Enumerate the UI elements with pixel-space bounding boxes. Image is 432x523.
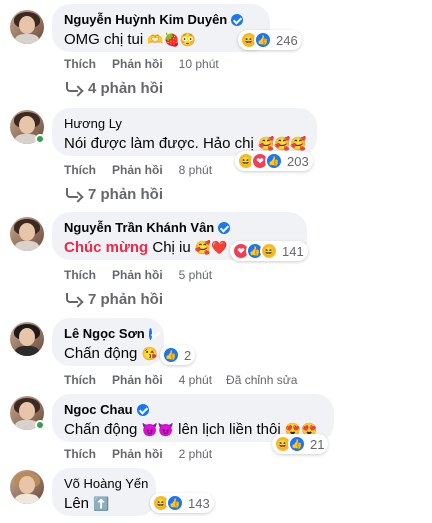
avatar[interactable] <box>10 470 44 504</box>
like-link[interactable]: Thích <box>64 268 96 282</box>
author-name[interactable]: Võ Hoàng Yến <box>64 476 148 492</box>
emoji-icon: 😈😈 <box>141 422 174 438</box>
reaction-count: 141 <box>282 243 304 259</box>
reply-arrow-icon <box>66 187 78 198</box>
up-arrow-icon: ⬆️ <box>93 496 110 512</box>
reply-link[interactable]: Phản hồi <box>112 163 163 177</box>
reply-link[interactable]: Phản hồi <box>112 373 163 387</box>
comment-actions: Thích Phản hồi 5 phút <box>64 268 226 282</box>
verified-badge-icon <box>218 222 231 234</box>
edited-label[interactable]: Đã chỉnh sửa <box>226 373 297 387</box>
comment-time[interactable]: 5 phút <box>179 268 212 282</box>
reaction-summary[interactable]: 😆 👍 246 <box>238 30 302 50</box>
comment-bubble: Lê Ngọc Sơn Chấn động 😘 <box>52 318 164 366</box>
comment-text: Lên ⬆️ <box>64 494 144 514</box>
avatar[interactable] <box>10 10 44 44</box>
comment-author[interactable]: Hương Ly <box>64 116 305 132</box>
reply-arrow-icon <box>66 81 78 92</box>
verified-badge-icon <box>148 328 152 340</box>
view-replies-link[interactable]: 7 phản hồi <box>66 291 163 308</box>
like-icon: 👍 <box>265 152 283 170</box>
view-replies-link[interactable]: 7 phản hồi <box>66 186 163 203</box>
comment-text: Chấn động 😘 <box>64 344 158 364</box>
reply-arrow-icon <box>66 292 78 303</box>
like-link[interactable]: Thích <box>64 447 96 461</box>
online-status-icon <box>35 134 45 144</box>
reaction-summary[interactable]: 👍 2 <box>160 345 196 365</box>
comment-author[interactable]: Lê Ngọc Sơn <box>64 326 152 342</box>
reaction-count: 21 <box>310 436 325 452</box>
emoji-icon: 😘 <box>141 346 158 362</box>
author-name[interactable]: Ngoc Chau <box>64 402 133 418</box>
reaction-summary[interactable]: 😆 👍 21 <box>272 434 329 454</box>
author-name[interactable]: Lê Ngọc Sơn <box>64 326 145 342</box>
comment-actions: Thích Phản hồi 2 phút <box>64 447 226 461</box>
comment-author[interactable]: Võ Hoàng Yến <box>64 476 148 492</box>
reaction-summary[interactable]: 😆 👍 143 <box>150 493 214 513</box>
avatar[interactable] <box>10 322 44 356</box>
comment-author[interactable]: Ngoc Chau <box>64 402 322 418</box>
reaction-summary[interactable]: 😆 ❤ 👍 203 <box>235 151 313 171</box>
comment-author[interactable]: Nguyễn Huỳnh Kim Duyên <box>64 12 258 28</box>
reaction-count: 203 <box>287 153 309 169</box>
reply-link[interactable]: Phản hồi <box>112 57 163 71</box>
comment-bubble: Hương Ly Nói được làm được. Hảo chị 🥰🥰🥰 <box>52 108 317 156</box>
comment-time[interactable]: 4 phút <box>179 373 212 387</box>
like-link[interactable]: Thích <box>64 57 96 71</box>
reaction-summary[interactable]: ❤ 👍 😆 141 <box>230 241 308 261</box>
comment-text: OMG chị tui 🫶🍓😳 <box>64 30 258 50</box>
author-name[interactable]: Nguyễn Trần Khánh Vân <box>64 220 214 236</box>
avatar[interactable] <box>10 217 44 251</box>
comment-actions: Thích Phản hồi 8 phút <box>64 163 226 177</box>
haha-icon: 😆 <box>260 242 278 260</box>
reply-link[interactable]: Phản hồi <box>112 268 163 282</box>
verified-badge-icon <box>231 14 244 26</box>
emoji-icon: 🫶🍓😳 <box>147 32 196 48</box>
comment-time[interactable]: 8 phút <box>179 163 212 177</box>
comment-author[interactable]: Nguyễn Trần Khánh Vân <box>64 220 295 236</box>
like-icon: 👍 <box>288 435 306 453</box>
emoji-icon: 🥰❤️ <box>194 240 228 256</box>
comment-actions: Thích Phản hồi 10 phút <box>64 57 233 71</box>
like-link[interactable]: Thích <box>64 163 96 177</box>
like-icon: 👍 <box>254 31 272 49</box>
comment-time[interactable]: 2 phút <box>179 447 212 461</box>
like-icon: 👍 <box>162 346 180 364</box>
reaction-count: 143 <box>188 495 210 511</box>
comment-bubble: Nguyễn Huỳnh Kim Duyên OMG chị tui 🫶🍓😳 <box>52 4 270 52</box>
comment-actions: Thích Phản hồi 4 phút Đã chỉnh sửa <box>64 373 297 387</box>
author-name[interactable]: Nguyễn Huỳnh Kim Duyên <box>64 12 227 28</box>
comment-bubble: Võ Hoàng Yến Lên ⬆️ <box>52 468 156 516</box>
like-icon: 👍 <box>166 494 184 512</box>
verified-badge-icon <box>136 404 149 416</box>
online-status-icon <box>35 420 45 430</box>
highlighted-text: Chúc mừng <box>64 239 149 256</box>
author-name[interactable]: Hương Ly <box>64 116 122 132</box>
reaction-count: 2 <box>184 347 192 363</box>
view-replies-link[interactable]: 4 phản hồi <box>66 80 163 97</box>
reply-link[interactable]: Phản hồi <box>112 447 163 461</box>
comment-time[interactable]: 10 phút <box>179 57 219 71</box>
reaction-count: 246 <box>276 32 298 48</box>
like-link[interactable]: Thích <box>64 373 96 387</box>
